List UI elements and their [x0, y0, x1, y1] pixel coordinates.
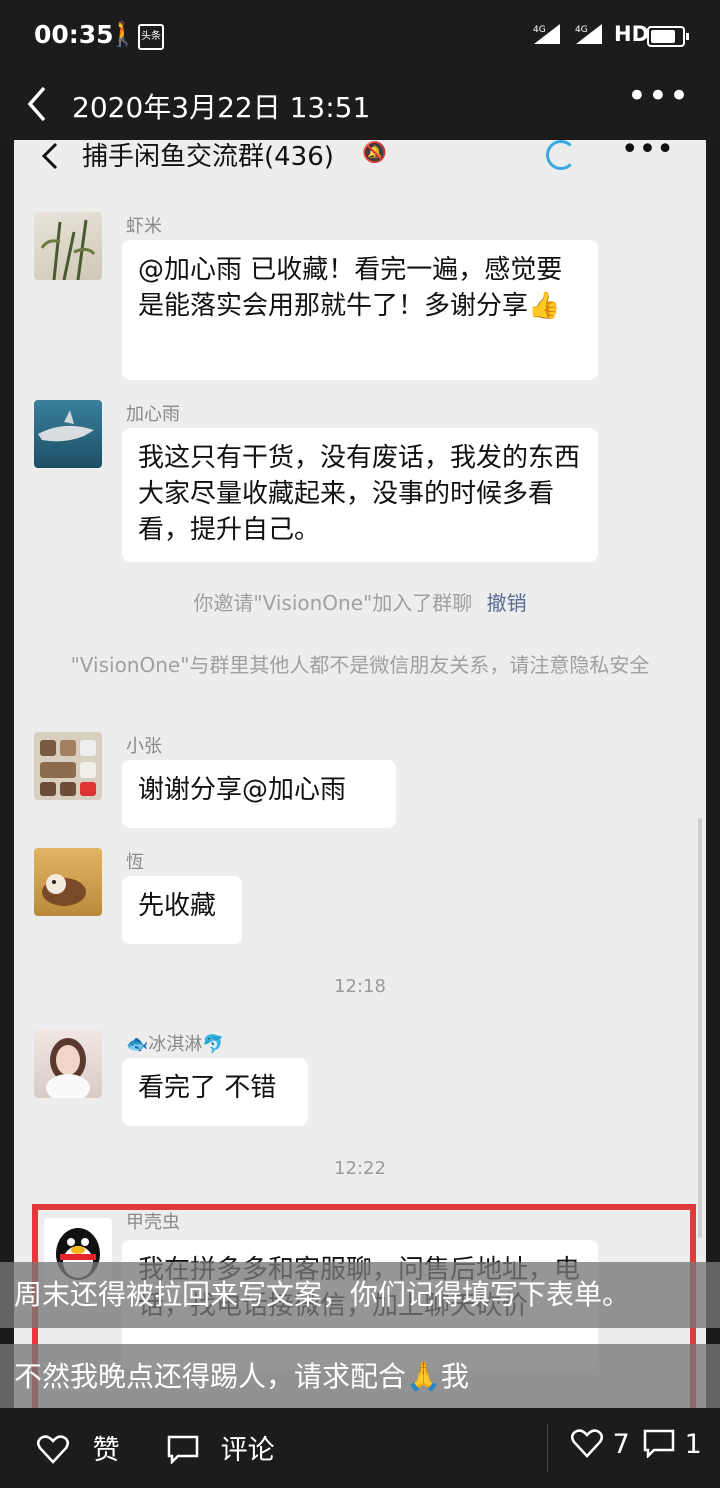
comment-button[interactable]: 评论 — [166, 1428, 275, 1467]
status-bar: 00:35 🚶 头条 4G 4G HD — [0, 0, 720, 72]
avatar — [34, 1030, 102, 1098]
message-bubble: 看完了 不错 — [122, 1058, 308, 1126]
signal-icon: 4G — [574, 22, 604, 50]
hd-indicator: HD — [614, 22, 650, 46]
chat-header: 捕手闲鱼交流群(436) 🔕 ••• — [14, 140, 706, 184]
loading-spinner-icon — [546, 140, 576, 170]
like-count: 7 — [612, 1429, 630, 1460]
mute-bell-icon: 🔕 — [362, 140, 387, 164]
comment-count-button[interactable]: 1 — [642, 1428, 702, 1460]
avatar — [34, 400, 102, 468]
svg-text:4G: 4G — [533, 25, 546, 35]
chat-back-icon — [38, 140, 62, 184]
avatar — [34, 212, 102, 280]
scrollbar — [698, 818, 702, 1238]
chat-title: 捕手闲鱼交流群(436) — [82, 142, 334, 172]
sender-name: 加心雨 — [126, 404, 180, 425]
caption-line-2: 不然我晚点还得踢人，请求配合🙏我 — [0, 1344, 720, 1410]
news-app-icon: 头条 — [138, 24, 164, 50]
revoke-link: 撤销 — [486, 591, 527, 615]
back-arrow-icon[interactable] — [22, 80, 52, 136]
message-bubble: @加心雨 已收藏！看完一遍，感觉要是能落实会用那就牛了！多谢分享👍 — [122, 240, 598, 380]
system-warning-message: "VisionOne"与群里其他人都不是微信朋友关系，请注意隐私安全 — [70, 653, 650, 677]
system-invite-text: 你邀请"VisionOne"加入了群聊 — [193, 591, 473, 615]
bottom-bar: 赞 评论 7 1 — [0, 1408, 720, 1488]
comment-icon — [643, 1429, 675, 1460]
timestamp: 12:22 — [334, 1158, 386, 1179]
heart-icon — [37, 1435, 69, 1464]
signal-icon: 4G — [532, 22, 562, 50]
timestamp: 12:18 — [334, 976, 386, 997]
walk-icon: 🚶 — [108, 20, 138, 48]
sender-name: 小张 — [126, 736, 162, 757]
system-invite-message: 你邀请"VisionOne"加入了群聊 撤销 — [14, 590, 706, 616]
comment-label: 评论 — [220, 1435, 275, 1466]
comment-count: 1 — [684, 1429, 702, 1460]
sender-name: 🐟冰淇淋🐬 — [126, 1034, 225, 1055]
chat-screenshot: 捕手闲鱼交流群(436) 🔕 ••• 虾米 @加心雨 已收藏！看完一遍，感觉要是… — [14, 140, 706, 1408]
like-count-button[interactable]: 7 — [570, 1428, 630, 1460]
status-time: 00:35 — [34, 20, 114, 49]
sender-name: 恆 — [126, 852, 144, 873]
chat-more-icon: ••• — [620, 140, 674, 167]
divider — [547, 1424, 548, 1472]
avatar — [34, 848, 102, 916]
comment-icon — [167, 1435, 199, 1466]
caption-line-1: 周末还得被拉回来写文案，你们记得填写下表单。 — [0, 1262, 720, 1328]
message-bubble: 先收藏 — [122, 876, 242, 944]
more-menu-icon[interactable]: ••• — [627, 76, 690, 116]
sender-name: 虾米 — [126, 216, 162, 237]
page-title: 2020年3月22日 13:51 — [72, 91, 371, 124]
svg-text:4G: 4G — [575, 25, 588, 35]
top-bar: 2020年3月22日 13:51 ••• — [0, 72, 720, 140]
message-bubble: 谢谢分享@加心雨 — [122, 760, 396, 828]
battery-icon — [647, 26, 689, 47]
like-button[interactable]: 赞 — [36, 1428, 120, 1467]
like-label: 赞 — [92, 1435, 120, 1466]
avatar — [34, 732, 102, 800]
heart-icon — [571, 1429, 603, 1458]
message-bubble: 我这只有干货，没有废话，我发的东西大家尽量收藏起来，没事的时候多看看，提升自己。 — [122, 428, 598, 562]
